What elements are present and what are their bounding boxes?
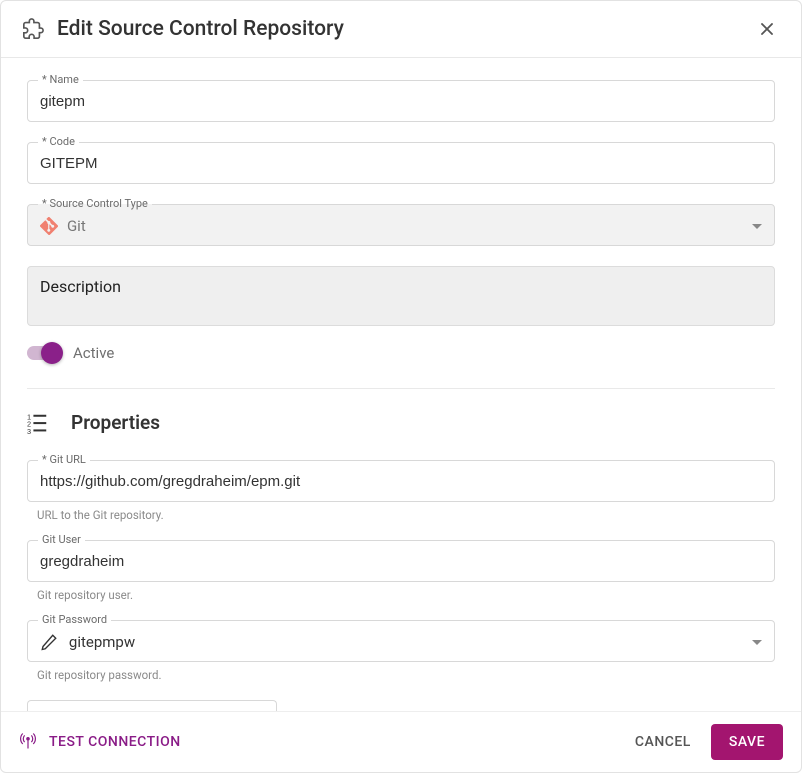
modal-body[interactable]: * Name * Code * Source Control Type Git … <box>1 58 801 711</box>
section-divider <box>27 388 775 389</box>
close-button[interactable] <box>753 15 781 43</box>
name-label: * Name <box>38 73 83 86</box>
modal-title: Edit Source Control Repository <box>57 17 753 41</box>
properties-icon: 1 2 3 <box>27 412 49 434</box>
description-field[interactable]: Description <box>27 266 775 326</box>
type-label: * Source Control Type <box>38 197 152 210</box>
modal-footer: TEST CONNECTION CANCEL SAVE <box>1 711 801 772</box>
modal-header: Edit Source Control Repository <box>1 1 801 58</box>
git-user-helper: Git repository user. <box>37 588 775 602</box>
properties-section-header: 1 2 3 Properties <box>27 411 775 434</box>
git-url-label: * Git URL <box>38 453 90 466</box>
extension-icon <box>21 17 45 41</box>
git-password-field[interactable]: Git Password gitepmpw <box>27 620 775 662</box>
git-user-label: Git User <box>38 533 85 546</box>
code-label: * Code <box>38 135 79 148</box>
git-url-helper: URL to the Git repository. <box>37 508 775 522</box>
cancel-button[interactable]: CANCEL <box>635 734 691 750</box>
name-field[interactable]: * Name <box>27 80 775 122</box>
code-field[interactable]: * Code <box>27 142 775 184</box>
git-url-input[interactable] <box>40 473 762 490</box>
description-placeholder: Description <box>40 277 121 296</box>
active-row: Active <box>27 344 775 362</box>
edit-icon <box>40 632 59 652</box>
chevron-down-icon <box>752 224 762 229</box>
type-value: Git <box>67 217 752 235</box>
git-password-value: gitepmpw <box>69 633 752 651</box>
active-label: Active <box>73 344 114 362</box>
partial-next-field <box>27 700 277 711</box>
name-input[interactable] <box>40 93 762 110</box>
git-user-field[interactable]: Git User <box>27 540 775 582</box>
test-connection-button[interactable]: TEST CONNECTION <box>19 732 181 752</box>
test-connection-label: TEST CONNECTION <box>49 734 181 750</box>
git-password-label: Git Password <box>38 613 111 626</box>
git-icon <box>40 216 59 236</box>
edit-repository-modal: Edit Source Control Repository * Name * … <box>0 0 802 773</box>
toggle-thumb <box>41 342 63 364</box>
git-url-field[interactable]: * Git URL <box>27 460 775 502</box>
code-input[interactable] <box>40 155 762 172</box>
active-toggle[interactable] <box>27 346 61 360</box>
source-control-type-select[interactable]: * Source Control Type Git <box>27 204 775 246</box>
save-button[interactable]: SAVE <box>711 724 783 760</box>
chevron-down-icon <box>752 640 762 645</box>
git-user-input[interactable] <box>40 553 762 570</box>
properties-title: Properties <box>71 411 160 434</box>
git-password-helper: Git repository password. <box>37 668 775 682</box>
svg-text:3: 3 <box>27 427 31 434</box>
broadcast-icon <box>19 732 39 752</box>
